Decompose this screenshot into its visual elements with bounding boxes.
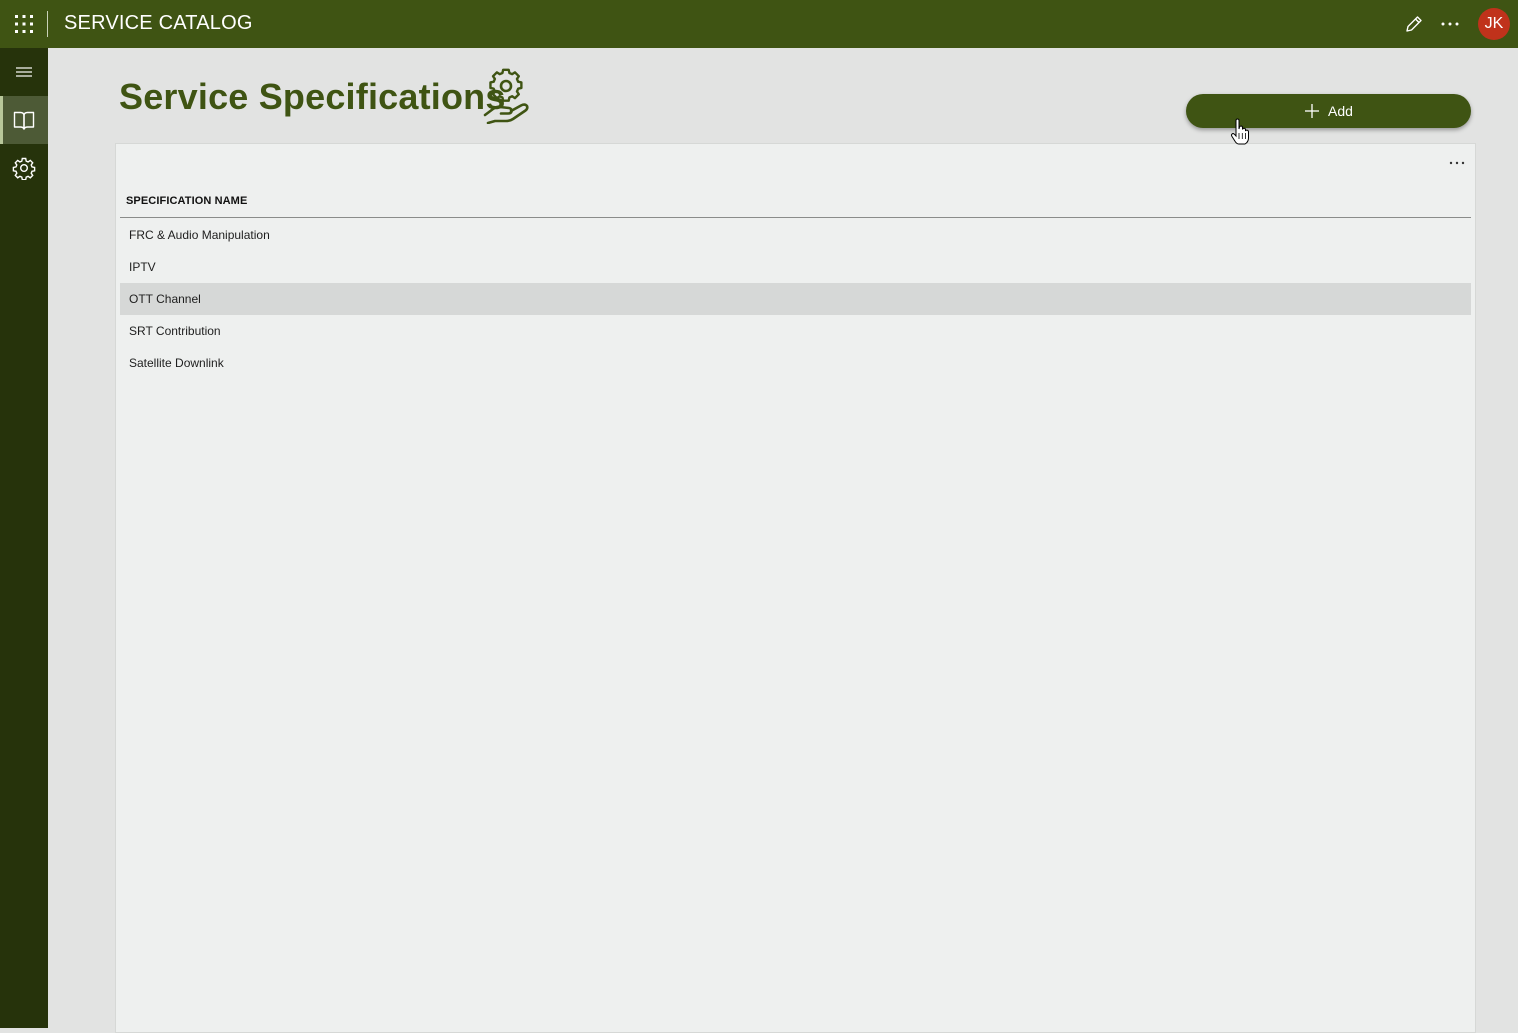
table-row[interactable]: Satellite Downlink: [120, 347, 1471, 379]
row-label: OTT Channel: [129, 292, 201, 306]
sidebar-item-catalog[interactable]: [0, 96, 48, 144]
table-row[interactable]: SRT Contribution: [120, 315, 1471, 347]
row-label: FRC & Audio Manipulation: [129, 228, 270, 242]
app-title: SERVICE CATALOG: [64, 12, 253, 34]
table-row[interactable]: FRC & Audio Manipulation: [120, 219, 1471, 251]
sidebar-item-settings[interactable]: [0, 144, 48, 192]
gear-icon: [12, 157, 36, 180]
specification-list: FRC & Audio Manipulation IPTV OTT Channe…: [120, 219, 1471, 379]
avatar[interactable]: JK: [1478, 8, 1510, 40]
panel-more-icon[interactable]: [1447, 156, 1467, 168]
add-button-label: Add: [1328, 103, 1353, 119]
row-label: Satellite Downlink: [129, 356, 224, 370]
column-header-label: SPECIFICATION NAME: [126, 195, 248, 207]
add-button[interactable]: Add: [1186, 94, 1471, 128]
sidebar: [0, 48, 48, 1028]
row-label: SRT Contribution: [129, 324, 221, 338]
row-label: IPTV: [129, 260, 156, 274]
top-bar: SERVICE CATALOG JK: [0, 0, 1518, 48]
hand-gear-icon: [482, 68, 532, 125]
specifications-panel: SPECIFICATION NAME FRC & Audio Manipulat…: [115, 143, 1476, 1033]
plus-icon: [1305, 104, 1320, 118]
table-row-selected[interactable]: OTT Channel: [120, 283, 1471, 315]
sidebar-menu-toggle[interactable]: [0, 48, 48, 96]
book-icon: [13, 111, 35, 130]
more-horizontal-icon[interactable]: [1438, 13, 1462, 35]
header-divider: [47, 11, 48, 37]
table-row[interactable]: IPTV: [120, 251, 1471, 283]
page-title: Service Specifications: [119, 76, 506, 117]
hamburger-menu-icon: [16, 67, 32, 77]
pencil-icon[interactable]: [1403, 13, 1425, 35]
column-header-specification-name[interactable]: SPECIFICATION NAME: [120, 188, 1471, 218]
app-launcher-icon[interactable]: [14, 14, 34, 34]
